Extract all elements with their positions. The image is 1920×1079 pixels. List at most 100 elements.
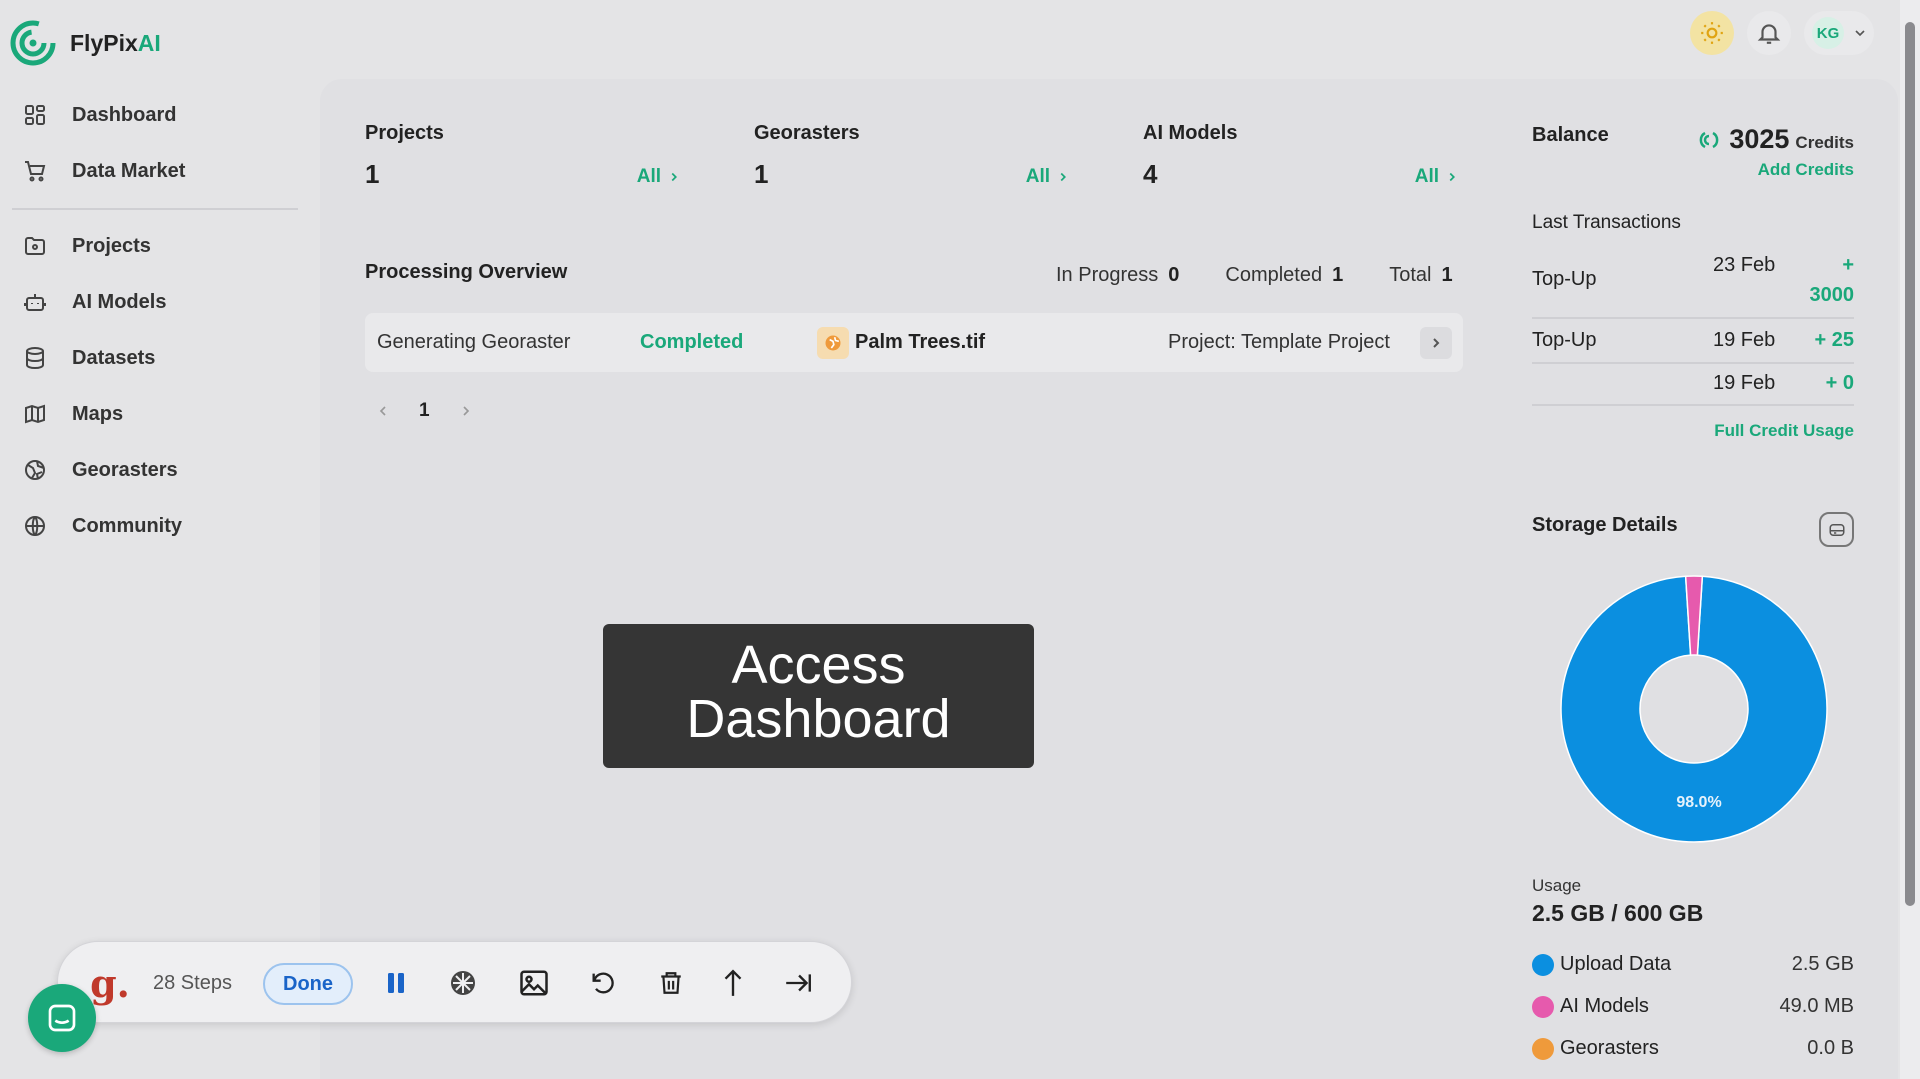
full-credit-usage-link[interactable]: Full Credit Usage bbox=[1690, 421, 1854, 441]
chevron-right-icon bbox=[1433, 337, 1440, 348]
arrow-to-end-icon bbox=[786, 974, 811, 992]
delete-button[interactable] bbox=[651, 942, 691, 1024]
folder-icon bbox=[22, 233, 48, 259]
donut-data-label: 98.0% bbox=[1676, 794, 1721, 811]
sidebar-item-community[interactable]: Community bbox=[22, 508, 182, 544]
legend-item-upload-data: Upload Data 2.5 GB bbox=[1532, 953, 1854, 976]
stat-label: AI Models bbox=[1143, 122, 1238, 144]
globe-grid-icon bbox=[22, 457, 48, 483]
stat-value: 1 bbox=[365, 159, 380, 189]
transaction-row: Top-Up 19 Feb + 25 bbox=[1532, 319, 1854, 364]
notifications-button[interactable] bbox=[1747, 11, 1791, 55]
balance-amount: 3025 Credits bbox=[1690, 124, 1854, 155]
pagination: 1 bbox=[375, 400, 474, 422]
sidebar-item-maps[interactable]: Maps bbox=[22, 396, 123, 432]
stat-value: 1 bbox=[754, 159, 769, 189]
legend-item-georasters: Georasters 0.0 B bbox=[1532, 1037, 1854, 1060]
balance-title: Balance bbox=[1532, 124, 1609, 146]
storage-donut-chart: 98.0% bbox=[1560, 575, 1828, 843]
sidebar-item-label: Data Market bbox=[72, 159, 186, 182]
undo-icon bbox=[592, 972, 614, 994]
total-count: Total 1 bbox=[1389, 264, 1453, 286]
map-icon bbox=[22, 401, 48, 427]
chevron-right-icon bbox=[671, 172, 677, 182]
user-menu-button[interactable]: KG bbox=[1804, 11, 1874, 55]
sidebar-item-data-market[interactable]: Data Market bbox=[22, 153, 185, 189]
sidebar-divider bbox=[12, 208, 298, 210]
chevron-down-icon bbox=[1855, 30, 1865, 37]
georasters-all-link[interactable]: All bbox=[1026, 166, 1070, 188]
sidebar-item-label: Dashboard bbox=[72, 103, 177, 126]
done-button[interactable]: Done bbox=[263, 963, 353, 1005]
robot-icon bbox=[22, 289, 48, 315]
image-icon bbox=[520, 970, 548, 996]
file-name[interactable]: Palm Trees.tif bbox=[817, 326, 985, 359]
sidebar-item-dashboard[interactable]: Dashboard bbox=[22, 97, 176, 133]
sidebar-item-label: Community bbox=[72, 514, 182, 537]
sidebar-item-label: Datasets bbox=[72, 346, 156, 369]
scrollbar-thumb[interactable] bbox=[1905, 22, 1915, 906]
undo-button[interactable] bbox=[583, 942, 623, 1024]
logo[interactable]: FlyPixAI bbox=[10, 20, 161, 66]
branch-button[interactable] bbox=[713, 942, 753, 1024]
stat-georasters: Georasters 1 All bbox=[754, 122, 1070, 190]
ai-models-all-link[interactable]: All bbox=[1415, 166, 1459, 188]
trash-icon bbox=[661, 972, 681, 994]
stat-ai-models: AI Models 4 All bbox=[1143, 122, 1459, 190]
chat-icon bbox=[48, 1004, 76, 1032]
processing-row[interactable]: Generating Georaster Completed Palm Tree… bbox=[365, 313, 1463, 372]
usage-value: 2.5 GB / 600 GB bbox=[1532, 900, 1704, 926]
processing-overview-title: Processing Overview bbox=[365, 261, 568, 283]
storage-icon bbox=[1829, 523, 1844, 536]
status-badge: Completed bbox=[640, 331, 744, 353]
blur-button[interactable] bbox=[443, 942, 483, 1024]
branch-up-icon bbox=[724, 969, 742, 996]
flypix-logo-icon bbox=[10, 20, 56, 66]
step-caption: Access Dashboard bbox=[603, 624, 1034, 768]
projects-all-link[interactable]: All bbox=[637, 166, 681, 188]
blur-icon bbox=[451, 971, 475, 995]
sidebar-item-ai-models[interactable]: AI Models bbox=[22, 284, 166, 320]
open-row-button[interactable] bbox=[1420, 326, 1452, 359]
sidebar-item-label: Projects bbox=[72, 234, 151, 257]
legend-dot bbox=[1532, 995, 1554, 1018]
pause-button[interactable] bbox=[376, 942, 416, 1024]
georaster-icon bbox=[817, 326, 849, 359]
next-page-icon[interactable] bbox=[458, 403, 474, 419]
chevron-right-icon bbox=[1449, 172, 1455, 182]
prev-page-icon[interactable] bbox=[375, 403, 391, 419]
stat-label: Georasters bbox=[754, 122, 860, 144]
chat-widget-button[interactable] bbox=[28, 984, 96, 1052]
task-name: Generating Georaster bbox=[377, 331, 571, 353]
add-credits-link[interactable]: Add Credits bbox=[1690, 160, 1854, 180]
sun-icon bbox=[1701, 22, 1723, 44]
recorder-logo-icon: g. bbox=[90, 960, 130, 1006]
completed-count: Completed 1 bbox=[1225, 264, 1344, 286]
sidebar: FlyPixAI Dashboard Data Market Projects … bbox=[0, 0, 318, 1079]
sidebar-item-label: Maps bbox=[72, 402, 124, 425]
storage-details-title: Storage Details bbox=[1532, 514, 1678, 536]
bell-icon bbox=[1757, 24, 1781, 44]
transaction-row: Top-Up 23 Feb + 3000 bbox=[1532, 248, 1854, 319]
current-page[interactable]: 1 bbox=[419, 400, 430, 422]
sidebar-item-projects[interactable]: Projects bbox=[22, 228, 151, 264]
legend-dot bbox=[1532, 1037, 1554, 1060]
sidebar-item-label: AI Models bbox=[72, 290, 167, 313]
theme-toggle-button[interactable] bbox=[1690, 11, 1734, 55]
chevron-right-icon bbox=[1060, 172, 1066, 182]
storage-settings-button[interactable] bbox=[1819, 512, 1854, 547]
globe-icon bbox=[22, 513, 48, 539]
sidebar-item-datasets[interactable]: Datasets bbox=[22, 340, 155, 376]
skip-to-end-button[interactable] bbox=[778, 942, 818, 1024]
screenshot-button[interactable] bbox=[514, 942, 554, 1024]
dashboard-icon bbox=[22, 102, 48, 128]
project-name: Project: Template Project bbox=[1168, 331, 1390, 353]
cart-icon bbox=[22, 158, 48, 184]
scrollbar[interactable] bbox=[1900, 0, 1920, 1079]
legend-item-ai-models: AI Models 49.0 MB bbox=[1532, 995, 1854, 1018]
credits-icon bbox=[1699, 131, 1719, 148]
stat-projects: Projects 1 All bbox=[365, 122, 681, 190]
in-progress-count: In Progress 0 bbox=[1056, 264, 1180, 286]
database-icon bbox=[22, 345, 48, 371]
sidebar-item-georasters[interactable]: Georasters bbox=[22, 452, 178, 488]
